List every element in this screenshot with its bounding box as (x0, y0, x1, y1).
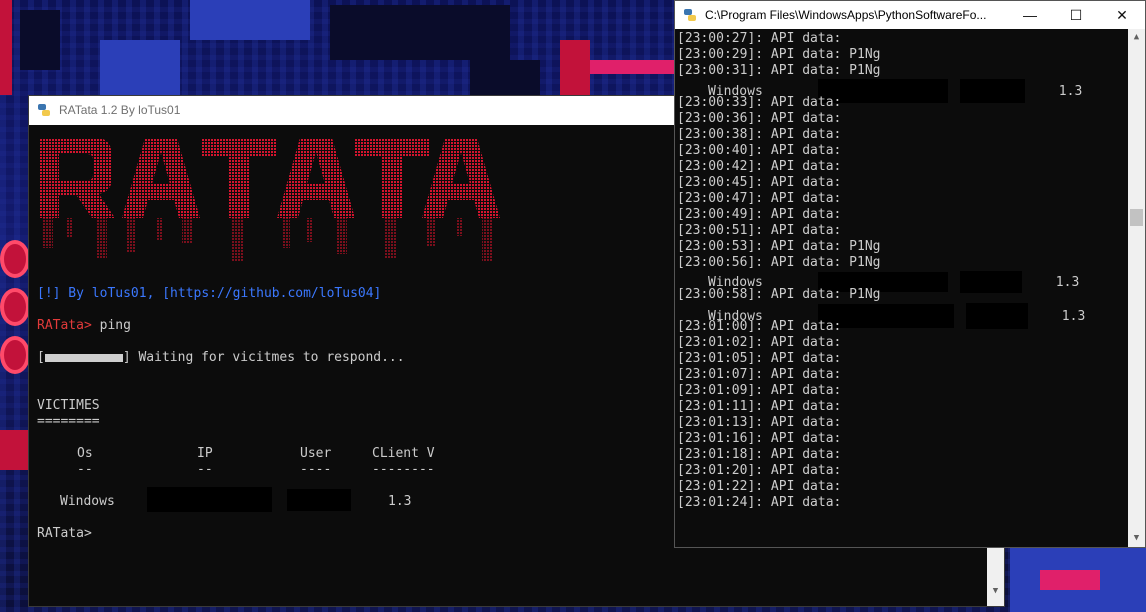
maximize-icon[interactable]: ☐ (1053, 1, 1099, 29)
prompt-label: RATata> (37, 318, 100, 333)
log-line: [23:01:02]: API data: (677, 335, 842, 350)
victim-line: Windows 1.3 (677, 303, 1085, 329)
minimize-icon[interactable]: — (1007, 1, 1053, 29)
victim-os: Windows (60, 494, 115, 509)
redacted-user (287, 489, 351, 511)
log-line: [23:00:49]: API data: (677, 207, 842, 222)
redacted-user (959, 271, 1022, 293)
title-bar[interactable]: C:\Program Files\WindowsApps\PythonSoftw… (675, 1, 1145, 29)
log-line: [23:01:18]: API data: (677, 447, 842, 462)
log-line: [23:01:24]: API data: (677, 495, 842, 510)
python-icon (38, 104, 50, 116)
progress-open: [ (37, 350, 45, 365)
scroll-up-icon[interactable]: ▲ (1128, 29, 1145, 46)
left-scrollbar[interactable]: ▼ (987, 548, 1004, 606)
log-line: [23:00:47]: API data: (677, 191, 842, 206)
prompt-line-1: RATata> ping (37, 318, 131, 334)
victim-version: 1.3 (388, 494, 412, 509)
console-output: [!] By loTus01, [https://github.com/loTu… (37, 286, 381, 302)
log-line: [23:01:11]: API data: (677, 399, 842, 414)
right-scrollbar[interactable]: ▲ ▼ (1128, 29, 1145, 547)
window-title: RATata 1.2 By loTus01 (59, 103, 181, 117)
log-line: [23:00:51]: API data: (677, 223, 842, 238)
log-line: [23:01:20]: API data: (677, 463, 842, 478)
victim-version: 1.3 (1058, 83, 1083, 99)
victim-version: 1.3 (1061, 308, 1086, 324)
redacted-ip (147, 487, 272, 512)
window-title: C:\Program Files\WindowsApps\PythonSoftw… (705, 8, 987, 22)
log-line: [23:01:05]: API data: (677, 351, 842, 366)
log-line: [23:00:56]: API data: P1Ng (677, 255, 881, 270)
progress-line: [ ] Waiting for vicitmes to respond... (37, 350, 405, 366)
scroll-down-icon[interactable]: ▼ (987, 583, 1004, 600)
log-line: [23:00:36]: API data: (677, 111, 842, 126)
victim-version: 1.3 (1055, 274, 1080, 290)
log-line: [23:01:07]: API data: (677, 367, 842, 382)
command-text: ping (99, 318, 131, 333)
log-line: [23:00:53]: API data: P1Ng (677, 239, 881, 254)
log-line: [23:00:29]: API data: P1Ng (677, 47, 881, 62)
column-rule-version: -------- (372, 462, 435, 477)
ratata-banner (39, 138, 500, 262)
python-icon (684, 9, 696, 21)
column-rule-ip: -- (197, 462, 213, 477)
close-icon[interactable]: ✕ (1099, 1, 1145, 29)
redacted-user (959, 79, 1025, 103)
python-console-window[interactable]: C:\Program Files\WindowsApps\PythonSoftw… (674, 0, 1146, 548)
log-line: [23:01:16]: API data: (677, 431, 842, 446)
log-line: [23:00:31]: API data: P1Ng (677, 63, 881, 78)
api-log: [23:00:27]: API data: [23:00:29]: API dat… (677, 31, 1085, 511)
log-line: [23:01:09]: API data: (677, 383, 842, 398)
log-line: [23:00:40]: API data: (677, 143, 842, 158)
column-rule-user: ---- (300, 462, 332, 477)
progress-status: ] Waiting for vicitmes to respond... (122, 350, 405, 365)
log-line: [23:01:22]: API data: (677, 479, 842, 494)
scroll-thumb[interactable] (1130, 209, 1143, 226)
log-line: [23:01:13]: API data: (677, 415, 842, 430)
scroll-down-icon[interactable]: ▼ (1128, 530, 1145, 547)
column-client-version: CLient V (372, 446, 435, 461)
victims-rule: ======== (37, 414, 100, 429)
column-user: User (300, 446, 332, 461)
column-rule-os: -- (77, 462, 93, 477)
log-line: [23:00:45]: API data: (677, 175, 842, 190)
victim-line: Windows 1.3 (677, 79, 1085, 103)
prompt-line-2[interactable]: RATata> (37, 526, 92, 542)
log-line: [23:00:27]: API data: (677, 31, 842, 46)
log-line: [23:00:38]: API data: (677, 127, 842, 142)
victim-line: Windows 1.3 (677, 271, 1085, 293)
victims-heading: VICTIMES (37, 398, 100, 413)
column-ip: IP (197, 446, 213, 461)
log-line: [23:00:42]: API data: (677, 159, 842, 174)
progress-bar (44, 353, 123, 362)
redacted-user (965, 303, 1028, 329)
column-os: Os (77, 446, 93, 461)
info-line: [!] By loTus01, [https://github.com/loTu… (37, 286, 382, 301)
